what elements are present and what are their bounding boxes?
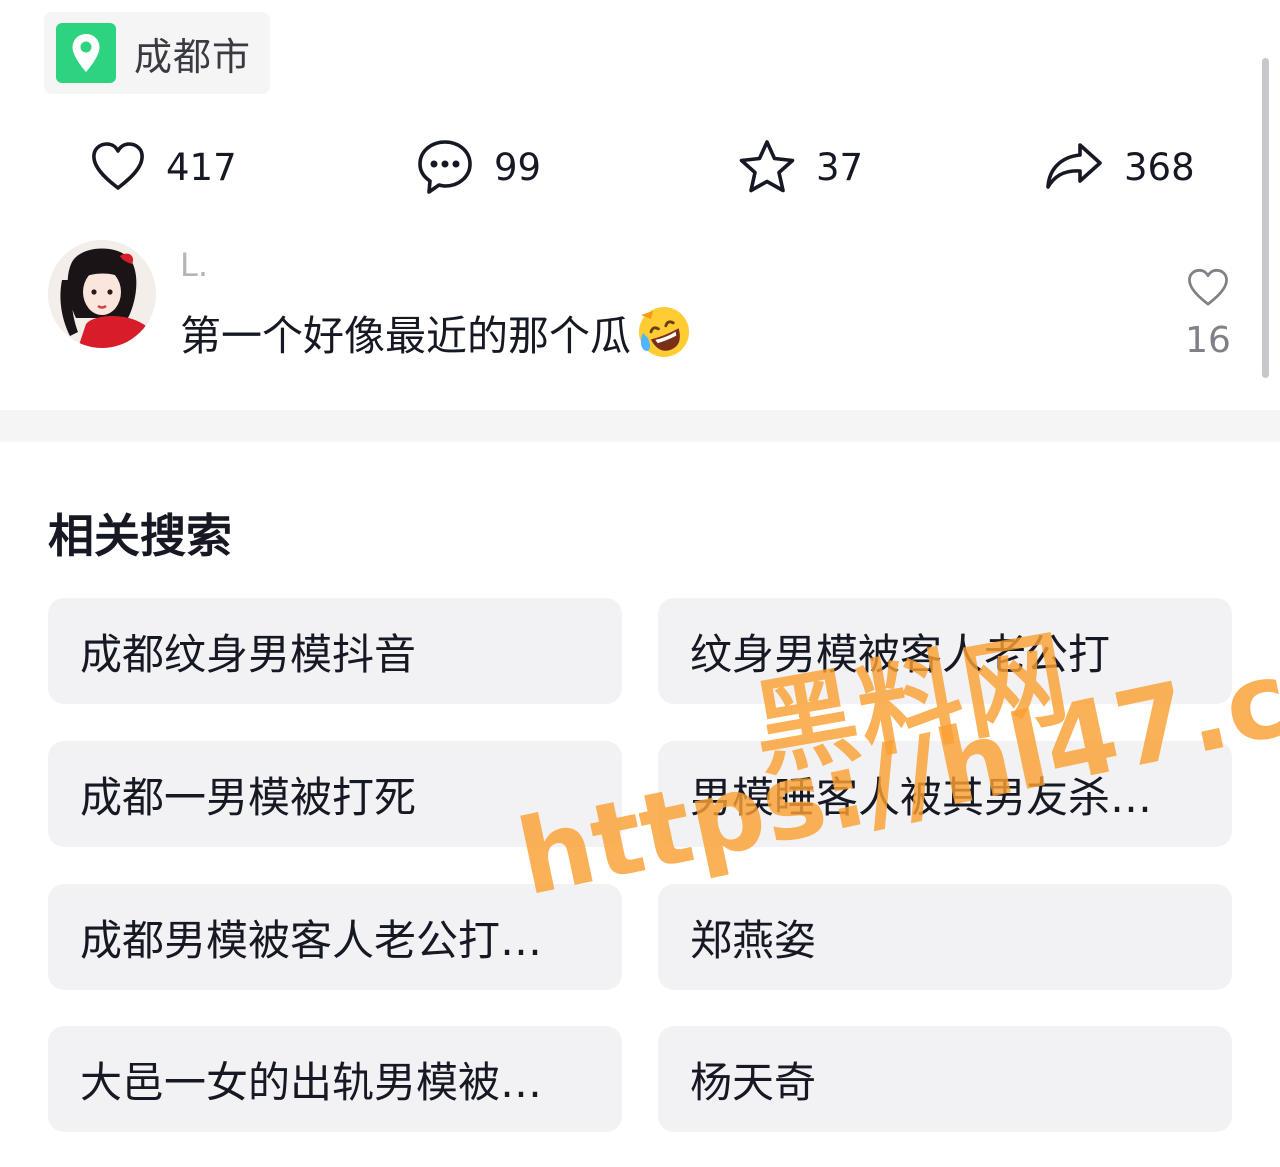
related-search-item[interactable]: 杨天奇 [658, 1026, 1232, 1132]
action-bar: 417 99 37 368 [0, 130, 1280, 204]
like-button[interactable]: 417 [90, 130, 237, 204]
avatar[interactable] [48, 240, 156, 348]
comment-item: L. 第一个好像最近的那个瓜 16 [0, 238, 1280, 388]
comment-like-count: 16 [1185, 320, 1231, 361]
related-search-item[interactable]: 成都一男模被打死 [48, 741, 622, 847]
related-search-item[interactable]: 男模睡客人被其男友杀… [658, 741, 1232, 847]
comment-bubble-icon [418, 140, 472, 194]
scrollbar[interactable] [1262, 58, 1269, 378]
comment-like-button[interactable]: 16 [1180, 268, 1236, 361]
comment-count: 99 [494, 145, 542, 189]
location-chip[interactable]: 成都市 [44, 12, 270, 94]
comment-body: 第一个好像最近的那个瓜 [180, 312, 631, 360]
share-count: 368 [1124, 145, 1195, 189]
related-search-item[interactable]: 郑燕姿 [658, 884, 1232, 990]
location-label: 成都市 [134, 34, 252, 79]
heart-icon [1188, 268, 1228, 306]
related-search-item[interactable]: 成都纹身男模抖音 [48, 598, 622, 704]
related-search-item[interactable]: 成都男模被客人老公打… [48, 884, 622, 990]
share-arrow-icon [1046, 143, 1102, 189]
comment-text: 第一个好像最近的那个瓜 [180, 302, 693, 362]
comment-button[interactable]: 99 [416, 130, 541, 204]
like-count: 417 [166, 145, 237, 189]
star-icon [739, 140, 795, 193]
share-button[interactable]: 368 [1044, 130, 1195, 204]
related-search-item[interactable]: 纹身男模被客人老公打 [658, 598, 1232, 704]
related-searches-title: 相关搜索 [48, 509, 232, 563]
favorite-button[interactable]: 37 [738, 130, 863, 204]
related-search-item[interactable]: 大邑一女的出轨男模被… [48, 1026, 622, 1132]
rolling-on-floor-laughing-emoji [639, 307, 689, 357]
location-pin-icon [56, 23, 116, 83]
favorite-count: 37 [816, 145, 864, 189]
section-divider [0, 410, 1280, 442]
heart-icon [92, 142, 144, 190]
comment-author[interactable]: L. [180, 246, 208, 284]
